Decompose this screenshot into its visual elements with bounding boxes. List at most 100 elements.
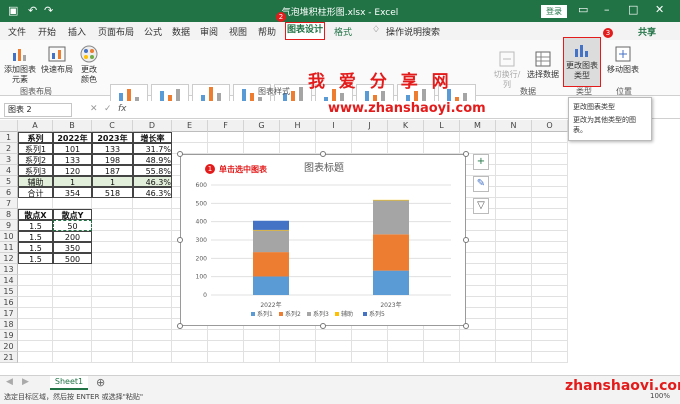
cell[interactable] (133, 286, 172, 297)
cell[interactable] (496, 209, 532, 220)
table-cell[interactable]: 101 (53, 143, 92, 154)
cell[interactable] (532, 231, 568, 242)
cell[interactable] (133, 330, 172, 341)
table-cell[interactable]: 354 (53, 187, 92, 198)
ribbon-display-icon[interactable]: ▭ (578, 3, 588, 16)
close-icon[interactable]: ✕ (655, 3, 664, 16)
cell[interactable] (244, 341, 280, 352)
row-header[interactable]: 19 (0, 330, 18, 341)
cell[interactable] (460, 330, 496, 341)
move-chart-button[interactable]: 移动图表 (606, 45, 640, 75)
cell[interactable] (92, 253, 133, 264)
column-header[interactable]: O (532, 120, 568, 132)
chart-filter-icon[interactable]: ▽ (473, 198, 489, 214)
cell[interactable] (133, 253, 172, 264)
cell[interactable] (280, 132, 316, 143)
cell[interactable] (532, 275, 568, 286)
tab-page-layout[interactable]: 页面布局 (98, 25, 134, 38)
row-header[interactable]: 16 (0, 297, 18, 308)
cell[interactable] (133, 352, 172, 363)
row-header[interactable]: 4 (0, 165, 18, 176)
cell[interactable] (172, 132, 208, 143)
cell[interactable] (133, 264, 172, 275)
cell[interactable] (53, 275, 92, 286)
cell[interactable] (532, 341, 568, 352)
cell[interactable] (388, 132, 424, 143)
maximize-icon[interactable]: □ (628, 3, 638, 16)
cell[interactable] (244, 352, 280, 363)
cell[interactable] (92, 319, 133, 330)
table-cell[interactable]: 系列2 (18, 154, 53, 165)
cell[interactable] (424, 143, 460, 154)
select-data-button[interactable]: 选择数据 (526, 50, 560, 80)
cell[interactable] (496, 143, 532, 154)
cell[interactable] (18, 352, 53, 363)
cell[interactable] (532, 297, 568, 308)
cell[interactable] (53, 330, 92, 341)
cell[interactable] (496, 198, 532, 209)
cell[interactable] (280, 352, 316, 363)
cell[interactable] (352, 330, 388, 341)
quick-layout-button[interactable]: 快速布局 (40, 45, 74, 75)
row-header[interactable]: 1 (0, 132, 18, 143)
cell[interactable] (496, 308, 532, 319)
cell[interactable] (532, 319, 568, 330)
tab-format[interactable]: 格式 (334, 25, 352, 38)
cell[interactable] (316, 341, 352, 352)
table-cell[interactable]: 350 (53, 242, 92, 253)
cell[interactable] (532, 154, 568, 165)
table-cell[interactable]: 518 (92, 187, 133, 198)
cell[interactable] (244, 132, 280, 143)
cell[interactable] (496, 231, 532, 242)
cell[interactable] (496, 297, 532, 308)
cell[interactable] (18, 297, 53, 308)
login-button[interactable]: 登录 (541, 5, 567, 18)
row-header[interactable]: 21 (0, 352, 18, 363)
add-sheet-icon[interactable]: ⊕ (96, 376, 105, 389)
cell[interactable] (92, 220, 133, 231)
sheet-nav-right-icon[interactable]: ▶ (22, 377, 29, 387)
cell[interactable] (244, 143, 280, 154)
sheet-nav-left-icon[interactable]: ◀ (6, 377, 13, 387)
cell[interactable] (280, 143, 316, 154)
table-cell[interactable]: 500 (53, 253, 92, 264)
tab-data[interactable]: 数据 (172, 25, 190, 38)
cell[interactable] (133, 209, 172, 220)
cell[interactable] (133, 220, 172, 231)
cell[interactable] (18, 198, 53, 209)
table-cell[interactable]: 120 (53, 165, 92, 176)
cell[interactable] (53, 352, 92, 363)
table-cell[interactable]: 散点X (18, 209, 53, 220)
cell[interactable] (18, 308, 53, 319)
tab-formulas[interactable]: 公式 (144, 25, 162, 38)
cell[interactable] (352, 143, 388, 154)
table-cell[interactable]: 2022年 (53, 132, 92, 143)
cell[interactable] (92, 308, 133, 319)
cell[interactable] (172, 341, 208, 352)
column-header[interactable]: B (53, 120, 92, 132)
cell[interactable] (496, 176, 532, 187)
row-header[interactable]: 2 (0, 143, 18, 154)
cell[interactable] (92, 330, 133, 341)
cell[interactable] (133, 275, 172, 286)
tab-view[interactable]: 视图 (229, 25, 247, 38)
column-header[interactable]: M (460, 120, 496, 132)
table-cell[interactable]: 1.5 (18, 253, 53, 264)
row-header[interactable]: 14 (0, 275, 18, 286)
cell[interactable] (53, 286, 92, 297)
row-header[interactable]: 5 (0, 176, 18, 187)
cell[interactable] (424, 352, 460, 363)
cell[interactable] (92, 341, 133, 352)
cell[interactable] (53, 308, 92, 319)
cell[interactable] (18, 264, 53, 275)
cell[interactable] (92, 352, 133, 363)
cell[interactable] (316, 330, 352, 341)
cell[interactable] (208, 143, 244, 154)
column-header[interactable]: H (280, 120, 316, 132)
row-header[interactable]: 6 (0, 187, 18, 198)
cell[interactable] (496, 165, 532, 176)
cell[interactable] (532, 165, 568, 176)
column-header[interactable]: J (352, 120, 388, 132)
cell[interactable] (532, 242, 568, 253)
cell[interactable] (316, 132, 352, 143)
